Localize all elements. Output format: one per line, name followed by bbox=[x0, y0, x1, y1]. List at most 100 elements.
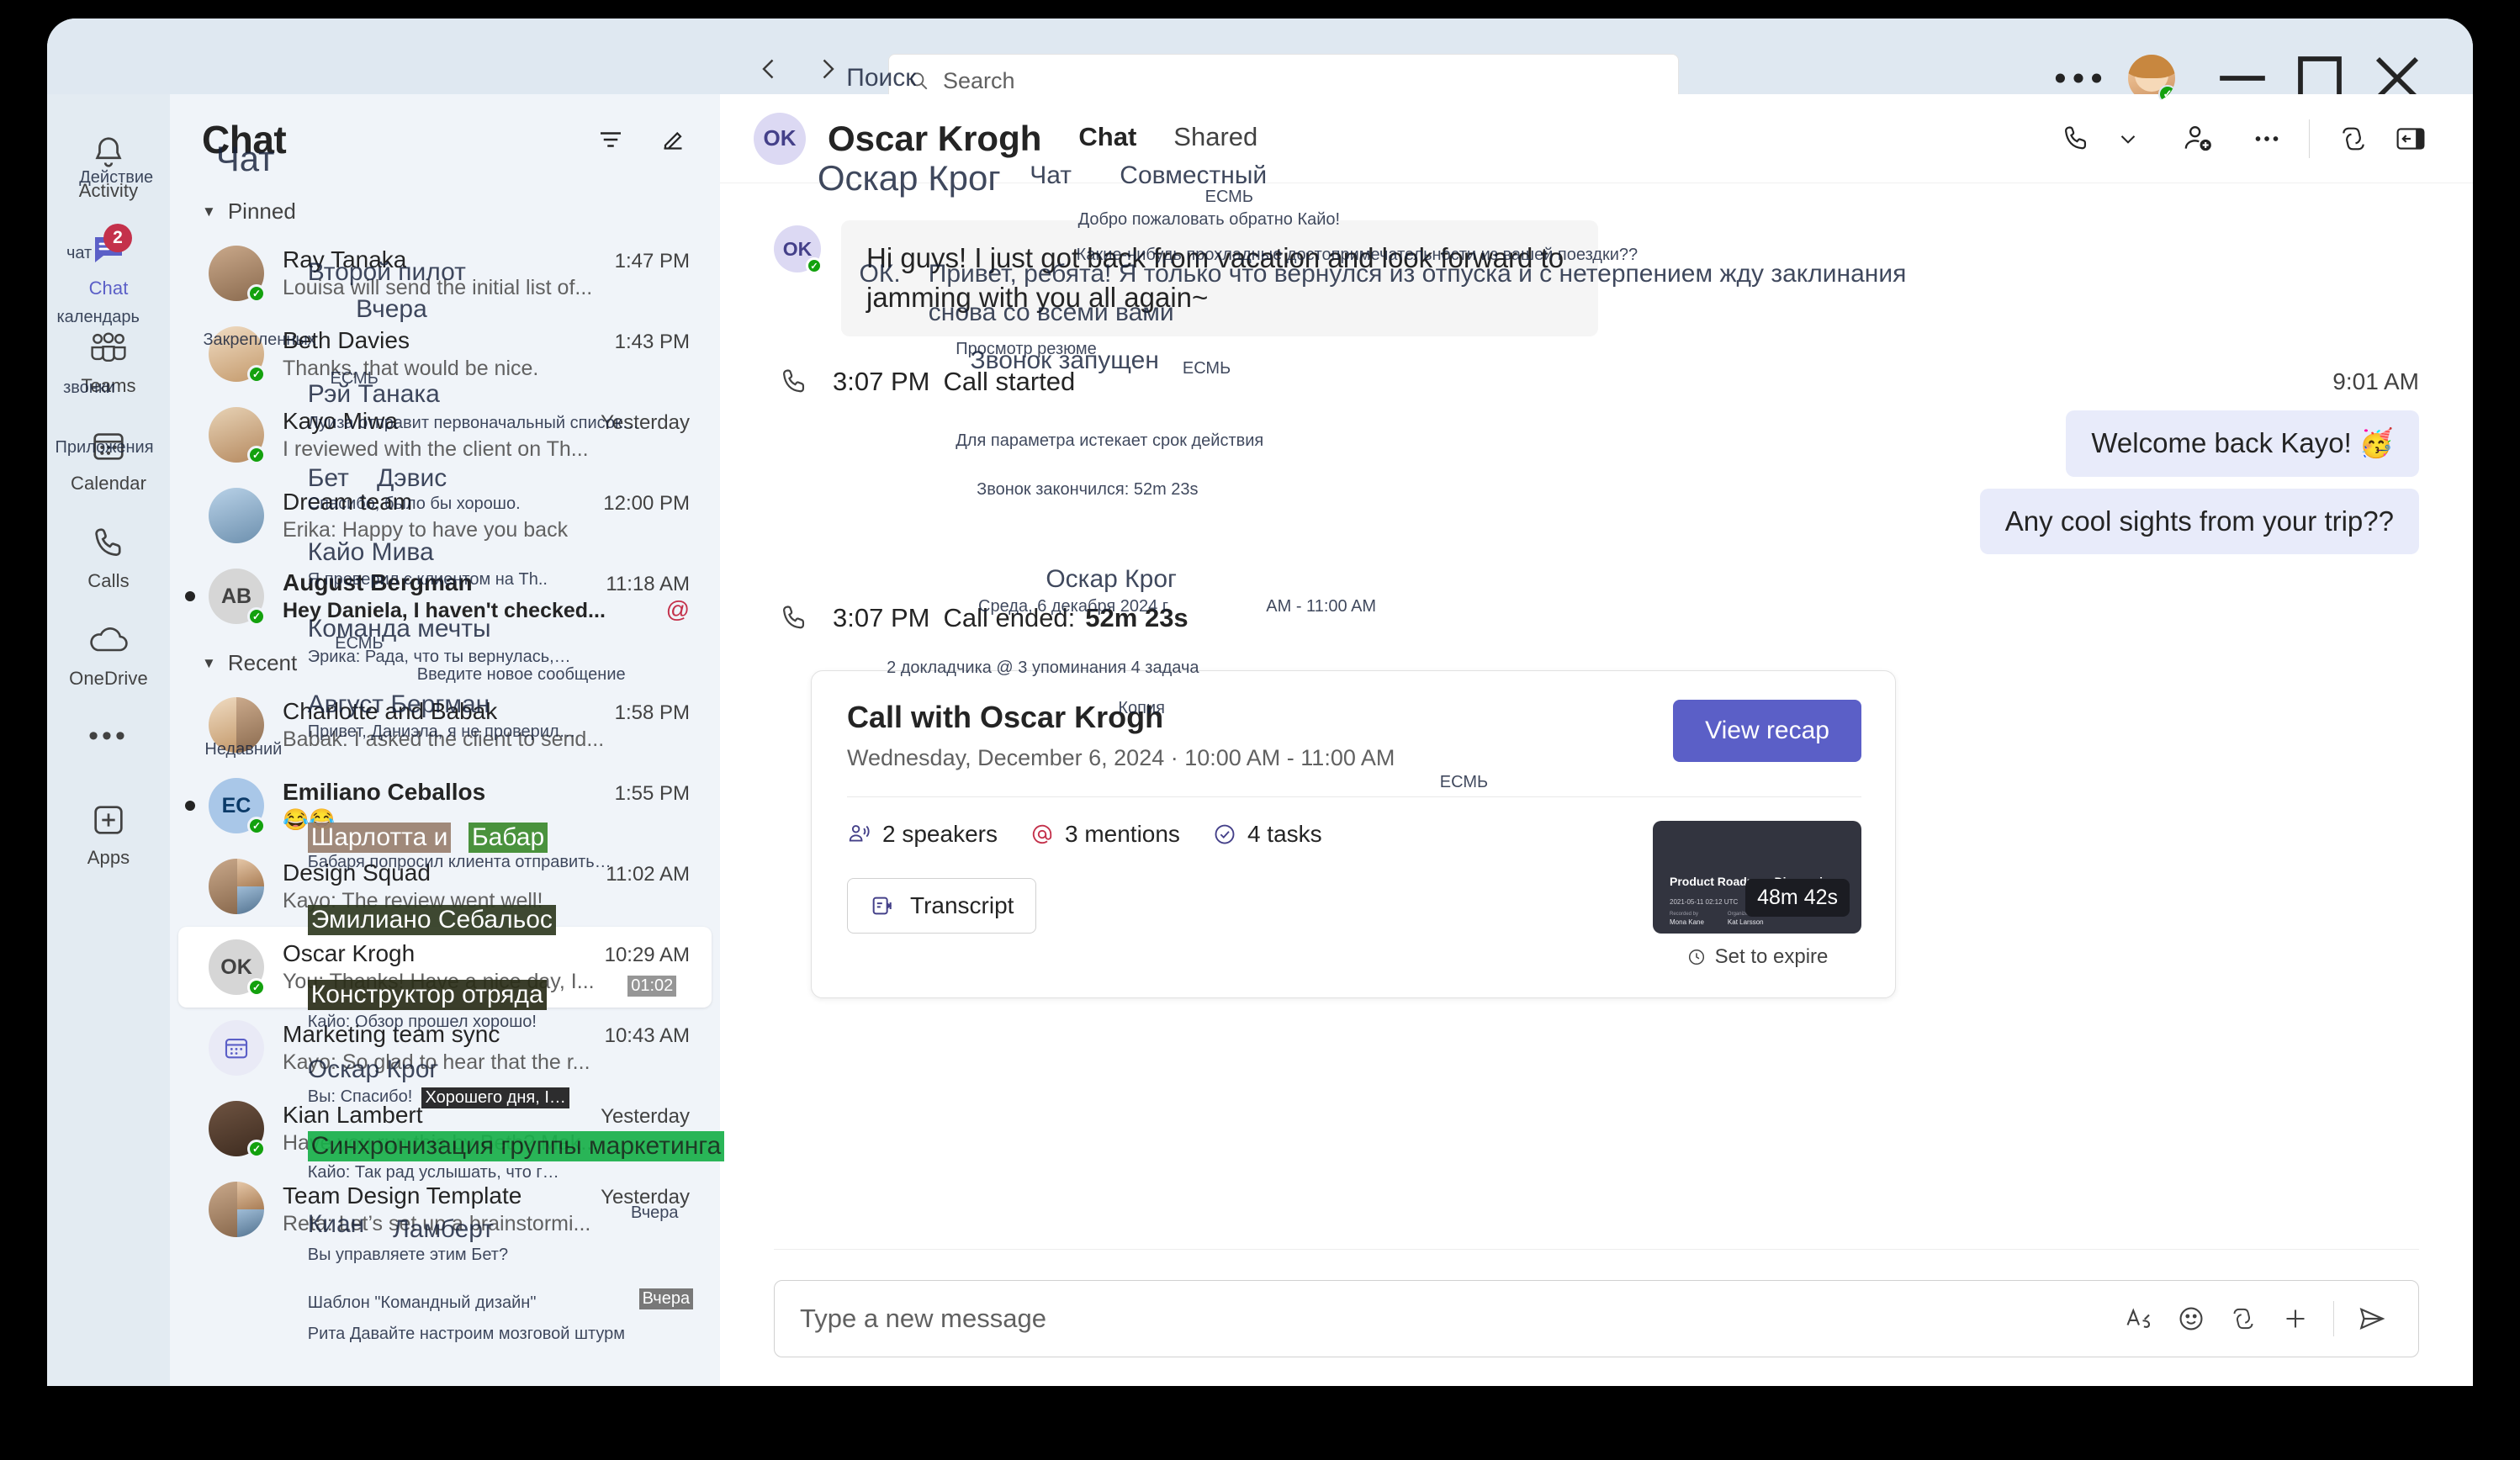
rail-item-onedrive[interactable]: OneDrive bbox=[57, 611, 160, 695]
list-item-name: August Bergman bbox=[283, 569, 473, 595]
tab-chat[interactable]: Chat bbox=[1078, 122, 1136, 156]
list-item-preview: Have you run this by Beth? Mak... bbox=[283, 1131, 599, 1155]
chat-list-item[interactable]: ✓ Kayo Miwa Yesterday I reviewed with the c… bbox=[178, 394, 712, 475]
chat-list-item[interactable]: ✓ Beth Davies 1:43 PM Thanks, that would be… bbox=[178, 314, 712, 394]
expire-label: Set to expire bbox=[1714, 944, 1829, 968]
forward-icon[interactable] bbox=[813, 54, 843, 84]
list-item-top: Dream team 12:00 PM bbox=[283, 489, 690, 516]
view-recap-button[interactable]: View recap bbox=[1673, 699, 1861, 762]
chat-list-item[interactable]: Design Squad 11:02 AM Kayo: The review wen… bbox=[178, 846, 712, 927]
call-started-row: 3:07 PM Call started 9:01 AM bbox=[774, 362, 2419, 402]
rail-item-chat[interactable]: 2 Chat bbox=[57, 220, 160, 304]
rail-item-apps[interactable]: Apps bbox=[57, 790, 160, 874]
organized-by-name: Kat Larsson bbox=[1727, 918, 1764, 926]
chat-list-item[interactable]: Team Design Template Yesterday Reta: Let’s… bbox=[178, 1169, 712, 1250]
list-item-avatar bbox=[209, 697, 264, 753]
list-item-time: 1:55 PM bbox=[614, 782, 690, 805]
plus-square-icon bbox=[83, 798, 134, 842]
message-list: OK ✓ Hi guys! I just got back from vacat… bbox=[720, 183, 2473, 1302]
emoji-icon[interactable] bbox=[2165, 1294, 2217, 1343]
chat-list-item[interactable]: ✓ Ray Tanaka 1:47 PM Louisa will send the i… bbox=[178, 233, 712, 314]
search-icon bbox=[910, 72, 928, 90]
compose-icon[interactable] bbox=[649, 116, 696, 163]
chevron-down-icon: ▼ bbox=[202, 654, 216, 671]
compose-placeholder: Type a new message bbox=[800, 1304, 1046, 1333]
list-item-avatar: EC ✓ bbox=[209, 778, 266, 835]
more-horizontal-icon[interactable] bbox=[2240, 115, 2294, 162]
open-panel-right-icon[interactable] bbox=[2382, 115, 2439, 162]
list-item-top: Marketing team sync 10:43 AM bbox=[283, 1021, 690, 1048]
copilot-icon[interactable] bbox=[2325, 115, 2382, 162]
chat-list-item[interactable]: EC ✓ Emiliano Ceballos 1:55 PM 😂😂 bbox=[178, 765, 712, 846]
outgoing-messages: Welcome back Kayo! 🥳 Any cool sights fro… bbox=[774, 399, 2419, 554]
outgoing-message-2: Any cool sights from your trip?? bbox=[1979, 488, 2419, 554]
list-item-preview: I reviewed with the client on Th... bbox=[283, 437, 589, 461]
chat-list-item[interactable]: AB ✓ August Bergman 11:18 AM Hey Daniela, I … bbox=[178, 556, 712, 637]
chat-unread-badge: 2 bbox=[103, 224, 132, 252]
list-item-avatar: AB ✓ bbox=[209, 569, 266, 626]
recorded-by-name: Mona Kane bbox=[1670, 918, 1704, 926]
stat-mentions-label: 3 mentions bbox=[1064, 820, 1180, 847]
rail-item-activity[interactable]: Activity bbox=[57, 123, 160, 207]
list-item-name: Kian Lambert bbox=[283, 1102, 423, 1128]
recap-title: Call with Oscar Krogh bbox=[847, 699, 1164, 734]
list-item-preview: Reta: Let’s set up a brainstormi... bbox=[283, 1212, 591, 1235]
recap-divider bbox=[847, 796, 1861, 797]
list-item-body: Dream team 12:00 PM Erika: Happy to have y… bbox=[283, 489, 690, 542]
rail-more-button[interactable]: ••• bbox=[88, 720, 129, 753]
speaker-person-icon bbox=[849, 824, 870, 842]
copilot-icon[interactable] bbox=[2217, 1294, 2269, 1343]
compose-separator bbox=[2333, 1301, 2334, 1336]
tab-shared[interactable]: Shared bbox=[1173, 122, 1257, 156]
recap-card-header: Call with Oscar Krogh Wednesday, Decembe… bbox=[847, 699, 1861, 771]
list-item-avatar: ✓ bbox=[209, 1101, 266, 1158]
format-text-icon[interactable] bbox=[2113, 1294, 2165, 1343]
list-item-body: Charlotte and Babak 1:58 PM Babak: I asked… bbox=[283, 698, 690, 752]
chat-list-item[interactable]: ✓ Kian Lambert Yesterday Have you run this … bbox=[178, 1088, 712, 1169]
chat-list-item[interactable]: Charlotte and Babak 1:58 PM Babak: I asked… bbox=[178, 685, 712, 765]
plus-icon[interactable] bbox=[2269, 1294, 2321, 1343]
call-icon[interactable] bbox=[2048, 115, 2104, 162]
list-item-avatar: OK ✓ bbox=[209, 939, 266, 997]
transcript-button[interactable]: Transcript bbox=[847, 877, 1037, 934]
send-icon[interactable] bbox=[2346, 1294, 2398, 1343]
chevron-down-icon[interactable] bbox=[2104, 115, 2152, 162]
chat-list-header: Chat bbox=[170, 94, 720, 185]
call-ended-row: 3:07 PM Call ended: 52m 23s bbox=[774, 598, 2419, 638]
list-item-preview: Babak: I asked the client to send... bbox=[283, 727, 605, 751]
person-add-icon[interactable] bbox=[2169, 115, 2226, 162]
rail-item-calls[interactable]: Calls bbox=[57, 513, 160, 597]
message-compose-box[interactable]: Type a new message bbox=[774, 1280, 2419, 1357]
list-item-top: Kayo Miwa Yesterday bbox=[283, 408, 690, 435]
header-divider bbox=[2309, 119, 2310, 158]
list-item-top: Ray Tanaka 1:47 PM bbox=[283, 246, 690, 273]
rail-item-teams[interactable]: Teams bbox=[57, 318, 160, 402]
chat-list-body[interactable]: ▼ Pinned ✓ Ray Tanaka 1:47 PM Louisa will sen… bbox=[170, 185, 720, 1250]
rail-item-calendar[interactable]: Calendar bbox=[57, 415, 160, 500]
back-icon[interactable] bbox=[754, 54, 784, 84]
list-item-top: Emiliano Ceballos 1:55 PM bbox=[283, 779, 690, 806]
presence-available-icon: ✓ bbox=[247, 284, 266, 303]
thumbnail-date: 2021-05-11 02:12 UTC bbox=[1670, 897, 1739, 906]
list-item-name: Team Design Template bbox=[283, 1182, 522, 1209]
chat-list-item[interactable]: Dream team 12:00 PM Erika: Happy to have y… bbox=[178, 475, 712, 556]
stat-mentions: 3 mentions bbox=[1030, 821, 1180, 848]
chat-list-item[interactable]: OK ✓ Oscar Krogh 10:29 AM You: Thanks! Have … bbox=[178, 927, 712, 1008]
chat-list-item[interactable]: Marketing team sync 10:43 AM Kayo: So glad… bbox=[178, 1008, 712, 1088]
conversation-title: Oscar Krogh bbox=[828, 118, 1042, 158]
chat-section-pinned[interactable]: ▼ Pinned bbox=[170, 185, 720, 233]
chat-section-recent[interactable]: ▼ Recent bbox=[170, 637, 720, 685]
list-item-time: 1:43 PM bbox=[614, 331, 690, 353]
presence-available-icon: ✓ bbox=[247, 607, 266, 626]
check-circle-icon bbox=[1215, 824, 1235, 844]
unread-indicator bbox=[185, 801, 195, 811]
call-recap-card[interactable]: Call with Oscar Krogh Wednesday, Decembe… bbox=[811, 669, 1896, 998]
chat-list-title: Chat bbox=[202, 118, 287, 161]
list-item-top: Team Design Template Yesterday bbox=[283, 1182, 690, 1209]
filter-icon[interactable] bbox=[587, 116, 634, 163]
rail-label-teams: Teams bbox=[81, 375, 136, 396]
presence-available-icon: ✓ bbox=[2158, 85, 2175, 102]
phone-icon bbox=[774, 598, 814, 638]
list-item-time: 1:47 PM bbox=[614, 250, 690, 272]
recording-thumbnail[interactable]: Product Roadmap Discussion 2021-05-11 02… bbox=[1653, 820, 1861, 934]
